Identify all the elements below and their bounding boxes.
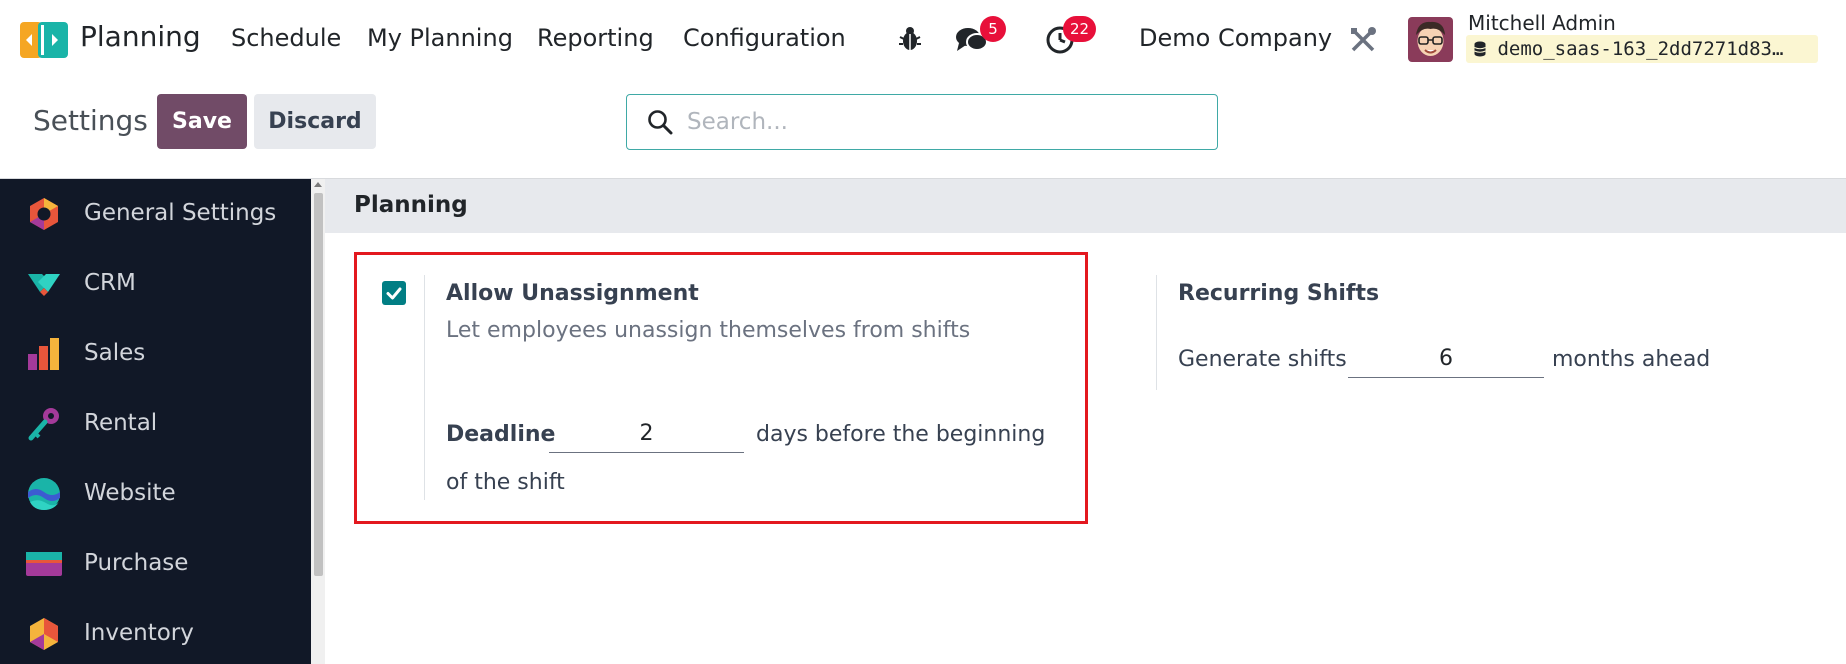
general-settings-icon: [30, 198, 58, 230]
user-name[interactable]: Mitchell Admin: [1468, 11, 1616, 35]
section-header: [325, 179, 1846, 233]
discard-button[interactable]: Discard: [254, 94, 376, 149]
purchase-icon: [26, 552, 62, 576]
allow-unassignment-checkbox[interactable]: [382, 281, 406, 305]
settings-sidebar: General Settings CRM Sales Rental Websit…: [0, 179, 311, 664]
database-name-chip: demo_saas-163_2dd7271d83…: [1466, 35, 1818, 63]
menu-configuration[interactable]: Configuration: [683, 24, 846, 52]
sidebar-item-inventory[interactable]: Inventory: [0, 599, 311, 664]
tools-icon[interactable]: [1349, 26, 1377, 54]
page-title: Settings: [33, 104, 148, 137]
generate-months-field[interactable]: [1348, 340, 1544, 378]
planning-app-icon[interactable]: [20, 22, 68, 58]
sidebar-item-website[interactable]: Website: [0, 459, 311, 529]
scroll-up-arrow-icon[interactable]: [314, 182, 322, 187]
menu-my-planning[interactable]: My Planning: [367, 24, 513, 52]
sidebar-scrollbar-thumb[interactable]: [314, 193, 323, 576]
search-icon: [648, 110, 673, 135]
top-navbar: Planning Schedule My Planning Reporting …: [0, 0, 1846, 80]
sidebar-item-label: Inventory: [84, 620, 194, 646]
sidebar-item-label: General Settings: [84, 200, 277, 226]
sidebar-item-label: Rental: [84, 410, 158, 436]
sidebar-item-purchase[interactable]: Purchase: [0, 529, 311, 599]
app-name[interactable]: Planning: [80, 20, 201, 53]
sidebar-item-label: CRM: [84, 270, 136, 296]
company-switcher[interactable]: Demo Company: [1139, 24, 1332, 52]
sidebar-item-label: Purchase: [84, 550, 189, 576]
bug-icon[interactable]: [898, 26, 922, 52]
section-title: Planning: [354, 192, 468, 218]
deadline-suffix-continued: of the shift: [446, 470, 565, 495]
sidebar-item-general-settings[interactable]: General Settings: [0, 179, 311, 249]
allow-unassignment-description: Let employees unassign themselves from s…: [446, 318, 971, 343]
menu-schedule[interactable]: Schedule: [231, 24, 341, 52]
deadline-days-field[interactable]: [549, 415, 744, 453]
sidebar-item-rental[interactable]: Rental: [0, 389, 311, 459]
checkmark-icon: [386, 287, 402, 300]
search-input[interactable]: [687, 105, 1197, 139]
deadline-label: Deadline: [446, 422, 556, 447]
database-name: demo_saas-163_2dd7271d83…: [1497, 38, 1784, 60]
database-icon: [1474, 37, 1486, 63]
crm-icon: [28, 274, 60, 296]
activities-count-badge: 22: [1063, 16, 1097, 42]
allow-unassignment-title: Allow Unassignment: [446, 281, 699, 306]
sales-icon: [28, 338, 59, 370]
user-avatar[interactable]: [1408, 17, 1453, 62]
generate-shifts-label: Generate shifts: [1178, 347, 1347, 372]
search-box[interactable]: [626, 94, 1218, 150]
sidebar-item-sales[interactable]: Sales: [0, 319, 311, 389]
sidebar-item-label: Website: [84, 480, 176, 506]
setting-divider: [1156, 275, 1157, 390]
generate-shifts-suffix: months ahead: [1552, 347, 1711, 372]
sidebar-item-label: Sales: [84, 340, 146, 366]
inventory-icon: [30, 618, 58, 650]
menu-reporting[interactable]: Reporting: [537, 24, 654, 52]
recurring-shifts-title: Recurring Shifts: [1178, 281, 1380, 306]
save-button[interactable]: Save: [157, 94, 247, 149]
deadline-suffix: days before the beginning: [756, 422, 1046, 447]
website-icon: [28, 478, 60, 510]
setting-divider: [424, 275, 425, 500]
rental-icon: [28, 408, 59, 441]
messages-count-badge: 5: [980, 16, 1006, 42]
sidebar-item-crm[interactable]: CRM: [0, 249, 311, 319]
